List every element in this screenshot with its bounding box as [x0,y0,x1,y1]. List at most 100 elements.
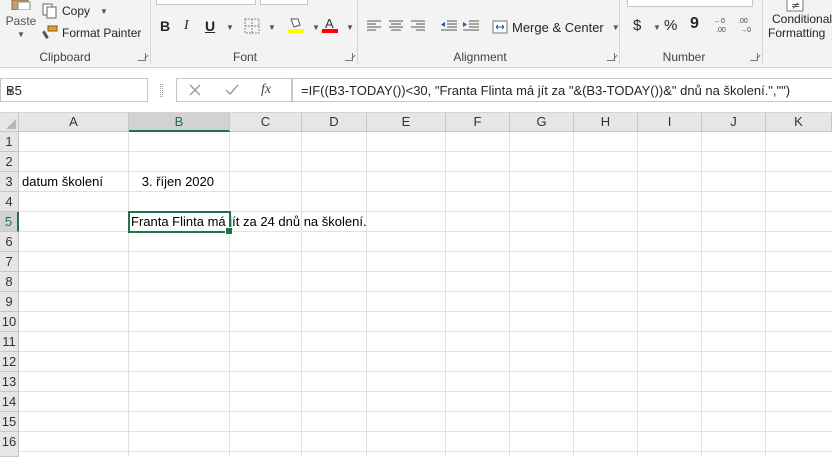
font-color-dropdown-icon[interactable]: ▼ [346,23,354,32]
clipboard-dialog-launcher[interactable] [138,53,146,61]
formula-bar-grip-icon[interactable] [160,84,163,97]
row-header-4[interactable]: 4 [0,192,19,212]
alignment-dialog-launcher[interactable] [607,53,615,61]
percent-button[interactable]: % [664,17,677,34]
row-header-10[interactable]: 10 [0,312,19,332]
column-header-i[interactable]: I [638,113,702,132]
cancel-icon[interactable] [189,84,201,96]
decrease-decimal-icon[interactable]: .00 →0 [738,16,758,34]
insert-function-icon[interactable]: fx [261,82,271,98]
font-group-label: Font [232,50,257,64]
font-name-box[interactable] [156,0,256,5]
row-header-12[interactable]: 12 [0,352,19,372]
column-header-d[interactable]: D [302,113,367,132]
ribbon-separator [150,0,151,64]
copy-label: Copy [62,4,91,18]
column-header-h[interactable]: H [574,113,638,132]
name-box[interactable]: B5 ▼ [0,78,148,102]
row-header-8[interactable]: 8 [0,272,19,292]
alignment-group-label: Alignment [453,50,507,64]
svg-text:≠: ≠ [791,0,800,12]
column-header-c[interactable]: C [230,113,302,132]
align-center-icon[interactable] [388,19,404,33]
row-header-2[interactable]: 2 [0,152,19,172]
cell-a3[interactable]: datum školení [22,172,126,192]
cell-b3[interactable]: 3. říjen 2020 [129,172,227,192]
font-dialog-launcher[interactable] [345,53,353,61]
paste-dropdown-icon[interactable]: ▼ [17,30,25,39]
clipboard-group-label: Clipboard [39,50,91,64]
underline-button[interactable]: U [205,18,215,34]
paste-button[interactable]: Paste ▼ [3,0,39,44]
formula-buttons: fx [176,78,292,102]
copy-icon [42,3,57,19]
column-header-j[interactable]: J [702,113,766,132]
row-header-5[interactable]: 5 [0,212,19,232]
row-header-16[interactable]: 16 [0,432,19,457]
ribbon: Paste ▼ Copy ▼ Format Painter Clipboard … [0,0,832,68]
column-header-b[interactable]: B [129,113,230,132]
svg-text:A: A [325,16,334,31]
number-format-box[interactable] [627,0,753,7]
currency-button[interactable]: $ [633,17,641,34]
svg-text:.00: .00 [716,27,726,34]
align-left-icon[interactable] [366,19,382,33]
row-header-3[interactable]: 3 [0,172,19,192]
copy-dropdown-icon[interactable]: ▼ [100,7,108,16]
merge-center-label: Merge & Center [512,19,604,35]
row-header-7[interactable]: 7 [0,252,19,272]
column-header-f[interactable]: F [446,113,510,132]
formula-text: =IF((B3-TODAY())<30, "Franta Flinta má j… [301,83,791,98]
enter-check-icon[interactable] [225,84,239,96]
increase-decimal-icon[interactable]: ←0 .00 [714,16,734,34]
number-group-label: Number [662,50,706,64]
format-painter-icon [42,25,58,39]
svg-text:←0: ←0 [714,18,725,25]
row-header-9[interactable]: 9 [0,292,19,312]
ribbon-separator [357,0,358,64]
borders-icon[interactable] [244,18,260,34]
align-right-icon[interactable] [410,19,426,33]
conditional-formatting-icon: ≠ [786,0,804,12]
conditional-formatting-button[interactable]: ≠ Conditional Formatting [766,0,832,48]
copy-button[interactable]: Copy ▼ [42,0,108,22]
conditional-formatting-label-1: Conditional [772,12,832,26]
bold-button[interactable]: B [160,18,170,34]
row-header-13[interactable]: 13 [0,372,19,392]
font-color-icon[interactable]: A [321,16,339,34]
conditional-formatting-label-2: Formatting [768,26,826,40]
paste-icon [11,0,31,10]
row-header-6[interactable]: 6 [0,232,19,252]
ribbon-separator [762,0,763,64]
borders-dropdown-icon[interactable]: ▼ [268,23,276,32]
currency-dropdown-icon[interactable]: ▼ [653,23,661,32]
fill-color-icon[interactable] [287,16,305,34]
name-box-dropdown-icon[interactable]: ▼ [6,86,141,96]
increase-indent-icon[interactable] [462,19,480,33]
select-all-corner[interactable] [0,113,19,132]
font-size-box[interactable] [260,0,308,5]
merge-center-icon [492,20,508,34]
italic-button[interactable]: I [184,18,189,34]
active-cell-selection[interactable] [128,211,233,235]
paste-label: Paste [5,14,37,28]
column-header-a[interactable]: A [19,113,129,132]
row-header-1[interactable]: 1 [0,132,19,152]
format-painter-label: Format Painter [62,26,142,40]
decrease-indent-icon[interactable] [440,19,458,33]
number-dialog-launcher[interactable] [750,53,758,61]
fill-color-dropdown-icon[interactable]: ▼ [312,23,320,32]
format-painter-button[interactable]: Format Painter [42,22,141,44]
formula-input[interactable]: =IF((B3-TODAY())<30, "Franta Flinta má j… [292,78,832,102]
comma-style-button[interactable]: 9 [690,15,699,33]
svg-text:→0: →0 [740,27,751,34]
row-header-15[interactable]: 15 [0,412,19,432]
row-header-14[interactable]: 14 [0,392,19,412]
column-header-g[interactable]: G [510,113,574,132]
underline-dropdown-icon[interactable]: ▼ [226,23,234,32]
svg-text:.00: .00 [738,18,748,25]
column-header-e[interactable]: E [367,113,446,132]
merge-center-button[interactable]: Merge & Center ▼ [492,16,620,38]
column-header-k[interactable]: K [766,113,832,132]
row-header-11[interactable]: 11 [0,332,19,352]
